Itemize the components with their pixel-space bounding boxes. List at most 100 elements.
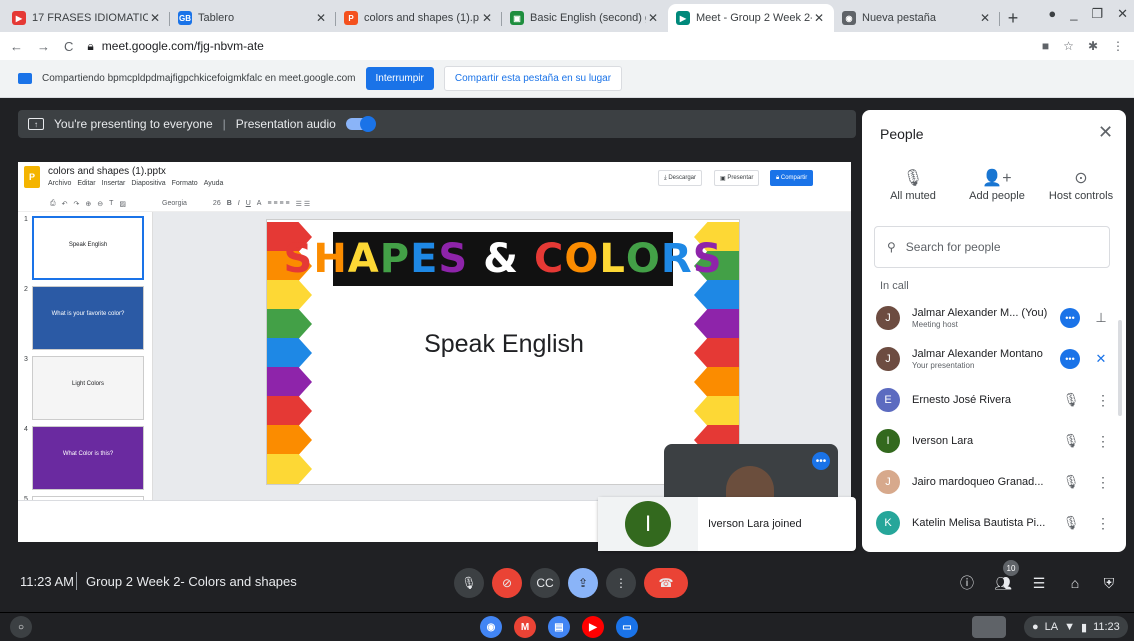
share-this-tab-button[interactable]: Compartir esta pestaña en su lugar <box>443 66 623 91</box>
participant-row[interactable]: J Jalmar Alexander Montano Your presentati… <box>862 339 1126 379</box>
participant-row[interactable]: K Katelin Melisa Bautista Pi... 🎙︎ ⋮ <box>862 503 1126 543</box>
slide-thumbnail[interactable]: What Color is this? <box>32 426 144 490</box>
meeting-details-button[interactable]: ⓘ <box>954 570 980 596</box>
menu-item[interactable]: Ayuda <box>204 180 224 187</box>
slide-thumbnail[interactable]: Light Colors <box>32 356 144 420</box>
undo-icon[interactable]: ↶ <box>62 200 68 208</box>
print-icon[interactable]: ⎙ <box>50 200 56 208</box>
status-tray[interactable]: ● LA ▼ ▮ 11:23 <box>1024 616 1128 638</box>
browser-tab[interactable]: ▶ 17 FRASES IDIOMATICAS QU✕ <box>4 4 170 32</box>
toggle-action[interactable]: ⊙ Host controls <box>1036 168 1126 202</box>
chrome-icon[interactable]: ◉ <box>480 616 502 638</box>
slide-thumbnail[interactable]: Speak English <box>32 216 144 280</box>
close-tab-icon[interactable]: ✕ <box>314 11 328 25</box>
add-person-action[interactable]: 👤+ Add people <box>952 168 1042 202</box>
window-preview-icon[interactable] <box>972 616 1006 638</box>
slide-thumbnail[interactable]: What is your favorite color? <box>32 286 144 350</box>
align-icon[interactable]: ≡ ≡ ≡ ≡ <box>267 200 289 207</box>
activities-button[interactable]: ⌂ <box>1062 570 1088 596</box>
browser-tab[interactable]: Pcolors and shapes (1).p ✕ <box>336 4 502 32</box>
browser-tab[interactable]: ◉ Nueva pestaña ✕ <box>834 4 1000 32</box>
back-icon[interactable]: ← <box>10 39 23 54</box>
forward-icon[interactable]: → <box>37 39 50 54</box>
presentation-audio-toggle[interactable] <box>345 116 376 132</box>
captions-button[interactable]: CC <box>530 568 560 598</box>
participant-row[interactable]: E Ernesto José Rivera 🎙︎ ⋮ <box>862 380 1126 420</box>
browser-tab[interactable]: ▶ Meet - Group 2 Week 2- ✕ <box>668 4 834 32</box>
close-tab-icon[interactable]: ✕ <box>480 11 494 25</box>
panel-scrollbar[interactable] <box>1118 320 1122 416</box>
close-tab-icon[interactable]: ✕ <box>148 11 162 25</box>
more-vert-icon[interactable]: ⋮ <box>1096 433 1110 450</box>
mic-off-action[interactable]: 🎙 All muted <box>868 168 958 202</box>
thumbnail-caption: Speak English <box>68 242 108 248</box>
italic-icon[interactable]: I <box>238 200 240 207</box>
youtube-icon[interactable]: ▶ <box>582 616 604 638</box>
redo-icon[interactable]: ↷ <box>73 200 79 208</box>
participant-row[interactable]: I Iverson Lara 🎙︎ ⋮ <box>862 421 1126 461</box>
zoom-in-icon[interactable]: ⊕ <box>85 200 91 208</box>
font-size-select[interactable]: 26 <box>213 200 221 207</box>
share-doc-button[interactable]: 🔒︎ Compartir <box>770 170 814 186</box>
participant-more-icon[interactable]: ••• <box>1060 349 1080 369</box>
menu-item[interactable]: Diapositiva <box>131 180 165 187</box>
stop-sharing-button[interactable]: Interrumpir <box>365 67 434 90</box>
zoom-out-icon[interactable]: ⊖ <box>97 200 103 208</box>
close-tab-icon[interactable]: ✕ <box>646 11 660 25</box>
tile-more-icon[interactable]: ••• <box>812 452 830 470</box>
gmail-icon[interactable]: M <box>514 616 536 638</box>
address-bar[interactable]: 🔒︎ meet.google.com/fjg-nbvm-ate <box>87 39 1028 54</box>
menu-item[interactable]: Formato <box>172 180 198 187</box>
leave-call-button[interactable]: ☎ <box>644 568 688 598</box>
files-icon[interactable]: ▭ <box>616 616 638 638</box>
launcher-icon[interactable]: ○ <box>10 616 32 638</box>
close-icon[interactable]: ✕ <box>1098 122 1113 143</box>
close-window-icon[interactable]: ✕ <box>1117 6 1128 22</box>
close-tab-icon[interactable]: ✕ <box>812 11 826 25</box>
bold-icon[interactable]: B <box>227 200 232 207</box>
image-icon[interactable]: ▨ <box>119 200 126 208</box>
font-select[interactable]: Georgia <box>162 200 187 207</box>
more-vert-icon[interactable]: ⋮ <box>1096 515 1110 532</box>
reload-icon[interactable]: C <box>64 39 73 54</box>
text-color-icon[interactable]: A <box>257 200 262 207</box>
document-title[interactable]: colors and shapes (1).pptx <box>48 166 223 177</box>
participant-name-text: Jalmar Alexander Montano <box>912 348 1043 360</box>
list-icon[interactable]: ☰ ☰ <box>296 200 311 208</box>
people-search-input[interactable]: ⚲ Search for people <box>874 226 1110 268</box>
browser-tab[interactable]: GB Tablero ✕ <box>170 4 336 32</box>
new-tab-icon[interactable]: + <box>1000 4 1026 32</box>
browser-menu-icon[interactable]: ⋮ <box>1112 39 1124 53</box>
menu-item[interactable]: Insertar <box>102 180 126 187</box>
menu-item[interactable]: Archivo <box>48 180 71 187</box>
pin-icon[interactable]: ⊥ <box>1092 310 1110 326</box>
extensions-icon[interactable]: ✱ <box>1088 39 1098 53</box>
underline-icon[interactable]: U <box>246 200 251 207</box>
browser-tab[interactable]: ▣ Basic English (second) grad✕ <box>502 4 668 32</box>
participant-row[interactable]: J Jairo mardoqueo Granad... 🎙︎ ⋮ <box>862 462 1126 502</box>
in-call-section-label: In call <box>880 280 909 292</box>
camera-button[interactable]: ⊘ <box>492 568 522 598</box>
cast-icon[interactable]: ■ <box>1042 39 1049 53</box>
download-button[interactable]: ⤓ Descargar <box>658 170 703 186</box>
bookmark-star-icon[interactable]: ☆ <box>1063 39 1074 53</box>
mic-button[interactable]: 🎙︎ <box>454 568 484 598</box>
host-controls-button[interactable]: ⛨ <box>1096 570 1122 596</box>
participant-more-icon[interactable]: ••• <box>1060 308 1080 328</box>
present-now-button[interactable]: ⇪ <box>568 568 598 598</box>
docs-icon[interactable]: ▤ <box>548 616 570 638</box>
chat-button[interactable]: ☰ <box>1026 570 1052 596</box>
textbox-icon[interactable]: T <box>109 200 113 207</box>
profile-icon[interactable]: ● <box>1048 6 1056 22</box>
more-vert-icon[interactable]: ⋮ <box>1096 474 1110 491</box>
more-options-button[interactable]: ⋮ <box>606 568 636 598</box>
menu-item[interactable]: Editar <box>77 180 95 187</box>
close-tab-icon[interactable]: ✕ <box>978 11 992 25</box>
present-button[interactable]: ▣ Presentar <box>714 170 760 186</box>
more-vert-icon[interactable]: ⋮ <box>1096 392 1110 409</box>
speaker-notes-area[interactable] <box>18 500 600 542</box>
minimize-icon[interactable]: _ <box>1070 6 1077 22</box>
unpin-icon[interactable]: ✕ <box>1092 351 1110 367</box>
participant-row[interactable]: J Jalmar Alexander M... (You) Meeting host… <box>862 298 1126 338</box>
restore-icon[interactable]: ❐ <box>1091 6 1103 22</box>
